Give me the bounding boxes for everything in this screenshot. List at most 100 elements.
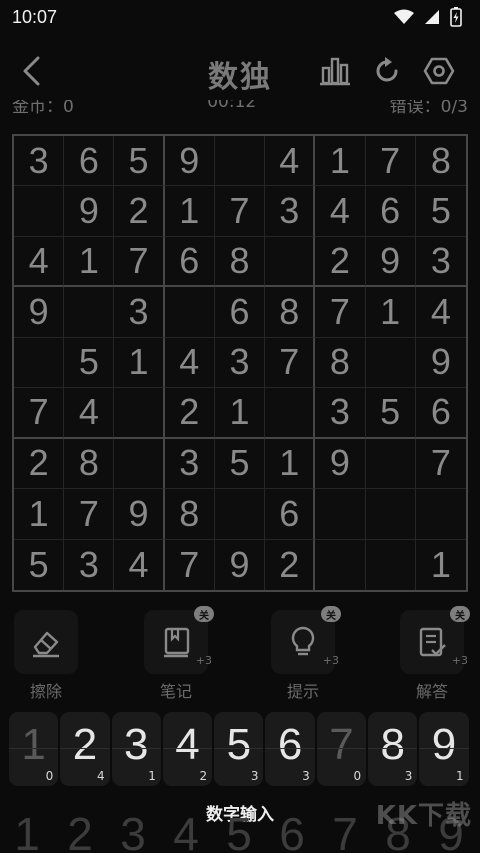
number-key-8[interactable]: 83	[368, 712, 418, 786]
notes-toggle-badge: 关	[194, 606, 214, 622]
sudoku-cell[interactable]: 3	[415, 237, 466, 288]
sudoku-cell[interactable]: 8	[265, 287, 316, 338]
sudoku-cell[interactable]	[114, 438, 165, 490]
sudoku-cell[interactable]: 7	[315, 287, 366, 338]
sudoku-cell[interactable]: 1	[365, 287, 416, 338]
sudoku-cell[interactable]: 3	[64, 539, 115, 590]
sudoku-cell[interactable]: 9	[64, 186, 115, 237]
sudoku-cell[interactable]: 4	[164, 337, 215, 389]
sudoku-cell[interactable]: 6	[164, 236, 215, 288]
sudoku-cell[interactable]: 8	[415, 136, 466, 187]
sudoku-cell[interactable]	[265, 236, 316, 288]
sudoku-cell[interactable]: 1	[214, 388, 266, 439]
hint-tool-button[interactable]: 关 +3 提示	[267, 606, 341, 702]
sudoku-cell[interactable]	[366, 539, 416, 590]
sudoku-cell[interactable]: 7	[415, 439, 466, 490]
number-key-digit: 5	[226, 720, 252, 769]
sudoku-cell[interactable]: 5	[64, 337, 115, 389]
erase-tool-button[interactable]: 擦除	[10, 606, 84, 702]
sudoku-cell[interactable]: 1	[14, 489, 65, 540]
sudoku-cell[interactable]: 2	[14, 438, 65, 490]
sudoku-cell[interactable]: 3	[315, 388, 366, 439]
sudoku-cell[interactable]: 9	[14, 287, 65, 338]
sudoku-cell[interactable]	[14, 337, 65, 389]
sudoku-cell[interactable]: 9	[415, 338, 466, 389]
sudoku-cell[interactable]: 8	[64, 438, 115, 490]
sudoku-cell[interactable]: 4	[114, 539, 165, 590]
sudoku-cell[interactable]: 1	[265, 438, 316, 490]
sudoku-cell[interactable]	[415, 489, 466, 540]
sudoku-cell[interactable]	[214, 136, 266, 187]
sudoku-cell[interactable]: 5	[14, 539, 65, 590]
sudoku-cell[interactable]: 9	[164, 136, 215, 187]
sudoku-cell[interactable]	[365, 337, 416, 389]
number-key-2[interactable]: 24	[60, 712, 110, 786]
sudoku-cell[interactable]: 6	[64, 136, 115, 187]
sudoku-cell[interactable]: 1	[114, 337, 165, 389]
sudoku-cell[interactable]: 3	[114, 287, 165, 338]
sudoku-cell[interactable]: 7	[64, 489, 115, 540]
sudoku-cell[interactable]: 3	[164, 438, 215, 490]
notes-tool-button[interactable]: 关 +3 笔记	[140, 606, 214, 702]
sudoku-cell[interactable]: 5	[415, 186, 466, 237]
sudoku-cell[interactable]: 7	[165, 539, 215, 590]
sudoku-cell[interactable]: 1	[64, 236, 115, 288]
sudoku-cell[interactable]: 4	[415, 287, 466, 338]
settings-button[interactable]	[422, 54, 456, 88]
sudoku-cell[interactable]: 4	[265, 136, 316, 187]
solve-tool-button[interactable]: 关 +3 解答	[396, 606, 470, 702]
sudoku-cell[interactable]	[14, 186, 65, 237]
sudoku-cell[interactable]	[365, 489, 416, 540]
sudoku-cell[interactable]: 2	[164, 388, 215, 439]
sudoku-cell[interactable]: 9	[215, 539, 266, 590]
sudoku-cell[interactable]	[114, 388, 165, 439]
number-key-4[interactable]: 42	[162, 712, 213, 786]
sudoku-cell[interactable]: 8	[164, 489, 215, 540]
sudoku-cell[interactable]: 9	[315, 438, 366, 490]
sudoku-cell[interactable]	[315, 539, 366, 590]
sudoku-cell[interactable]: 2	[265, 539, 316, 590]
number-key-9[interactable]: 91	[419, 712, 469, 786]
sudoku-cell[interactable]: 1	[164, 186, 215, 237]
sudoku-cell[interactable]: 1	[416, 540, 466, 590]
sudoku-cell[interactable]	[64, 287, 115, 338]
sudoku-cell[interactable]: 5	[114, 136, 165, 187]
sudoku-cell[interactable]: 6	[265, 489, 316, 540]
number-key-1[interactable]: 10	[9, 712, 59, 786]
number-key-6[interactable]: 63	[265, 712, 315, 786]
sudoku-cell[interactable]: 4	[64, 388, 115, 439]
sudoku-cell[interactable]: 9	[365, 236, 416, 288]
sudoku-cell[interactable]: 7	[114, 236, 165, 288]
sudoku-cell[interactable]	[265, 388, 316, 439]
number-key-5[interactable]: 53	[214, 712, 264, 786]
sudoku-cell[interactable]: 5	[365, 388, 416, 439]
restart-button[interactable]	[370, 54, 404, 88]
sudoku-cell[interactable]: 3	[265, 186, 316, 237]
sudoku-cell[interactable]: 4	[315, 186, 366, 237]
sudoku-cell[interactable]: 2	[315, 236, 366, 288]
sudoku-cell[interactable]: 2	[114, 186, 165, 237]
number-key-3[interactable]: 31	[111, 712, 161, 786]
number-key-7[interactable]: 70	[316, 712, 367, 786]
sudoku-cell[interactable]: 9	[114, 489, 165, 540]
sudoku-cell[interactable]: 8	[315, 337, 366, 389]
sudoku-cell[interactable]: 5	[214, 438, 266, 490]
sudoku-cell[interactable]: 7	[14, 388, 65, 439]
sudoku-cell[interactable]: 1	[315, 136, 366, 187]
statistics-button[interactable]	[318, 54, 352, 88]
sudoku-cell[interactable]: 7	[265, 337, 316, 389]
sudoku-cell[interactable]	[365, 438, 416, 490]
number-key-remaining-count: 2	[199, 769, 208, 783]
sudoku-cell[interactable]: 6	[365, 186, 416, 237]
sudoku-cell[interactable]: 4	[14, 236, 65, 288]
sudoku-cell[interactable]: 7	[365, 136, 416, 187]
sudoku-cell[interactable]	[214, 489, 266, 540]
sudoku-cell[interactable]	[315, 489, 366, 540]
sudoku-cell[interactable]: 6	[214, 287, 266, 338]
sudoku-cell[interactable]: 8	[214, 236, 266, 288]
sudoku-cell[interactable]	[164, 287, 215, 338]
sudoku-cell[interactable]: 7	[214, 186, 266, 237]
sudoku-cell[interactable]: 3	[14, 136, 65, 187]
sudoku-cell[interactable]: 3	[214, 337, 266, 389]
sudoku-cell[interactable]: 6	[415, 388, 466, 439]
